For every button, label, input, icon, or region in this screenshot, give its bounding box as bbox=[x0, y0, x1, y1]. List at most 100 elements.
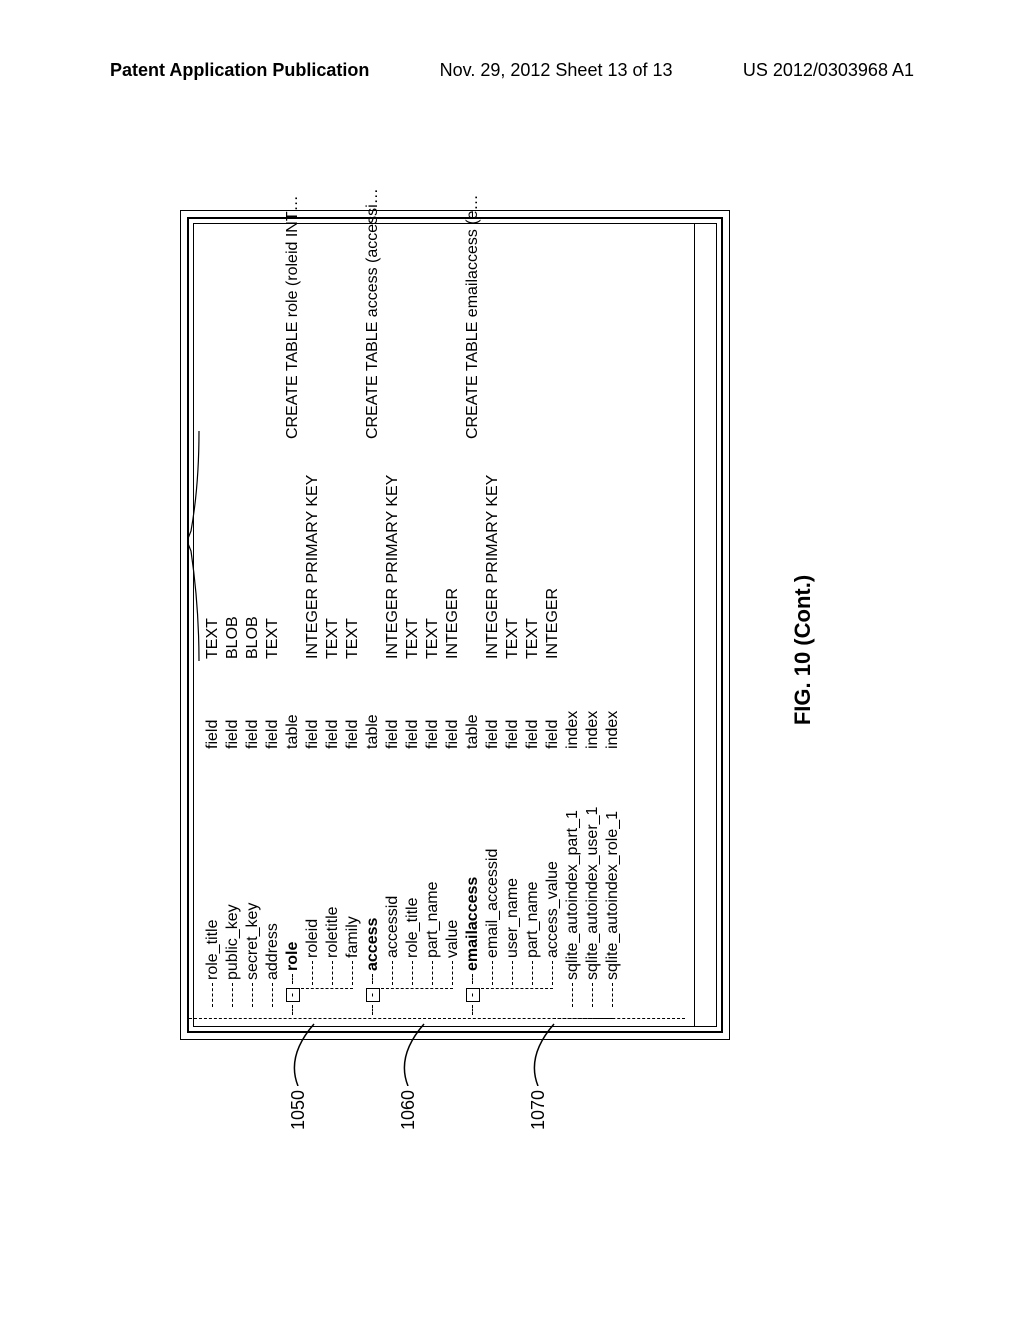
field-name: role_title bbox=[404, 898, 421, 958]
kind-cell: field bbox=[503, 669, 523, 749]
kind-cell: field bbox=[223, 669, 243, 749]
kind-cell: field bbox=[543, 669, 563, 749]
ref-1070-label: 1070 bbox=[528, 1090, 549, 1130]
kind-cell: index bbox=[583, 669, 603, 749]
dtype-cell: BLOB bbox=[243, 429, 263, 659]
dtype-cell: INTEGER bbox=[543, 429, 563, 659]
sql-cell: CREATE TABLE access (accessi… bbox=[363, 225, 383, 439]
kind-cell: table bbox=[363, 669, 383, 749]
tree-field: secret_key bbox=[243, 765, 263, 1015]
kind-cell: field bbox=[483, 669, 503, 749]
tree-field: accessid bbox=[383, 765, 403, 1015]
dtype-cell: TEXT bbox=[503, 429, 523, 659]
ref-1060-label: 1060 bbox=[398, 1090, 419, 1130]
kind-cell: index bbox=[563, 669, 583, 749]
collapse-icon[interactable]: - bbox=[286, 988, 300, 1002]
index-name: sqlite_autoindex_part_1 bbox=[564, 810, 581, 980]
header-left: Patent Application Publication bbox=[110, 60, 369, 81]
kind-cell: index bbox=[603, 669, 623, 749]
dtype-cell: INTEGER bbox=[443, 429, 463, 659]
field-name: email_accessid bbox=[484, 849, 501, 958]
header-middle: Nov. 29, 2012 Sheet 13 of 13 bbox=[440, 60, 673, 81]
header-right: US 2012/0303968 A1 bbox=[743, 60, 914, 81]
tree-field: email_accessid bbox=[483, 765, 503, 1015]
kind-cell: field bbox=[403, 669, 423, 749]
tree-field: value bbox=[443, 765, 463, 1015]
dtype-cell: TEXT bbox=[403, 429, 423, 659]
dtype-cell: TEXT bbox=[263, 429, 283, 659]
field-name: value bbox=[444, 920, 461, 958]
field-name: access_value bbox=[544, 861, 561, 958]
dtype-cell: BLOB bbox=[223, 429, 243, 659]
dtype-cell: TEXT bbox=[323, 429, 343, 659]
dtype-cell: INTEGER PRIMARY KEY bbox=[303, 429, 323, 659]
datatype-column: TEXT BLOB BLOB TEXT INTEGER PRIMARY KEY … bbox=[203, 429, 689, 659]
kind-cell: field bbox=[303, 669, 323, 749]
table-name: role bbox=[284, 942, 301, 971]
tree-field: part_name bbox=[523, 765, 543, 1015]
schema-window: role_title public_key secret_key address… bbox=[180, 210, 730, 1040]
tree-table-access[interactable]: - access bbox=[363, 765, 383, 1015]
tree-field: roleid bbox=[303, 765, 323, 1015]
tree-index: sqlite_autoindex_role_1 bbox=[603, 765, 623, 1015]
index-name: sqlite_autoindex_user_1 bbox=[584, 807, 601, 980]
field-name: secret_key bbox=[244, 903, 261, 980]
tree-field: user_name bbox=[503, 765, 523, 1015]
field-name: user_name bbox=[504, 878, 521, 958]
figure-rotated: 1050 1060 1070 role bbox=[20, 330, 980, 970]
field-name: roletitle bbox=[324, 906, 341, 958]
page-header: Patent Application Publication Nov. 29, … bbox=[110, 60, 914, 81]
field-name: part_name bbox=[524, 882, 541, 959]
table-name: access bbox=[364, 918, 381, 971]
tree-field: access_value bbox=[543, 765, 563, 1015]
kind-cell: field bbox=[523, 669, 543, 749]
field-name: accessid bbox=[384, 896, 401, 958]
tree-index: sqlite_autoindex_user_1 bbox=[583, 765, 603, 1015]
tree-field: address bbox=[263, 765, 283, 1015]
dtype-cell: TEXT bbox=[203, 429, 223, 659]
tree-column: role_title public_key secret_key address… bbox=[203, 765, 689, 1015]
kind-cell: field bbox=[243, 669, 263, 749]
field-name: family bbox=[344, 916, 361, 958]
ref-1050-label: 1050 bbox=[288, 1090, 309, 1130]
field-name: address bbox=[264, 923, 281, 980]
field-name: roleid bbox=[304, 919, 321, 958]
field-name: part_name bbox=[424, 882, 441, 959]
kind-cell: table bbox=[283, 669, 303, 749]
sql-cell: CREATE TABLE role (roleid INT… bbox=[283, 225, 303, 439]
kind-cell: field bbox=[323, 669, 343, 749]
index-name: sqlite_autoindex_role_1 bbox=[604, 811, 621, 980]
object-type-column: field field field field table field fiel… bbox=[203, 669, 689, 749]
dtype-cell: INTEGER PRIMARY KEY bbox=[383, 429, 403, 659]
kind-cell: field bbox=[263, 669, 283, 749]
column-brace bbox=[187, 431, 201, 661]
kind-cell: field bbox=[383, 669, 403, 749]
kind-cell: table bbox=[463, 669, 483, 749]
collapse-icon[interactable]: - bbox=[366, 988, 380, 1002]
tree-index: sqlite_autoindex_part_1 bbox=[563, 765, 583, 1015]
sql-cell: CREATE TABLE emailaccess (e… bbox=[463, 225, 483, 439]
kind-cell: field bbox=[343, 669, 363, 749]
field-name: public_key bbox=[224, 904, 241, 980]
dtype-cell: TEXT bbox=[423, 429, 443, 659]
field-name: role_title bbox=[204, 920, 221, 980]
tree-table-role[interactable]: - role bbox=[283, 765, 303, 1015]
table-name: emailaccess bbox=[464, 877, 481, 971]
tree-table-emailaccess[interactable]: - emailaccess bbox=[463, 765, 483, 1015]
tree-field: public_key bbox=[223, 765, 243, 1015]
tree-field: role_title bbox=[403, 765, 423, 1015]
kind-cell: field bbox=[203, 669, 223, 749]
collapse-icon[interactable]: - bbox=[466, 988, 480, 1002]
dtype-cell: TEXT bbox=[343, 429, 363, 659]
kind-cell: field bbox=[443, 669, 463, 749]
figure-caption: FIG. 10 (Cont.) bbox=[790, 170, 816, 1130]
kind-cell: field bbox=[423, 669, 443, 749]
tree-field: role_title bbox=[203, 765, 223, 1015]
sql-column: CREATE TABLE role (roleid INT… CREATE TA… bbox=[203, 225, 689, 439]
tree-field: roletitle bbox=[323, 765, 343, 1015]
dtype-cell: INTEGER PRIMARY KEY bbox=[483, 429, 503, 659]
tree-field: family bbox=[343, 765, 363, 1015]
dtype-cell: TEXT bbox=[523, 429, 543, 659]
horizontal-scrollbar[interactable] bbox=[694, 224, 715, 1026]
tree-field: part_name bbox=[423, 765, 443, 1015]
